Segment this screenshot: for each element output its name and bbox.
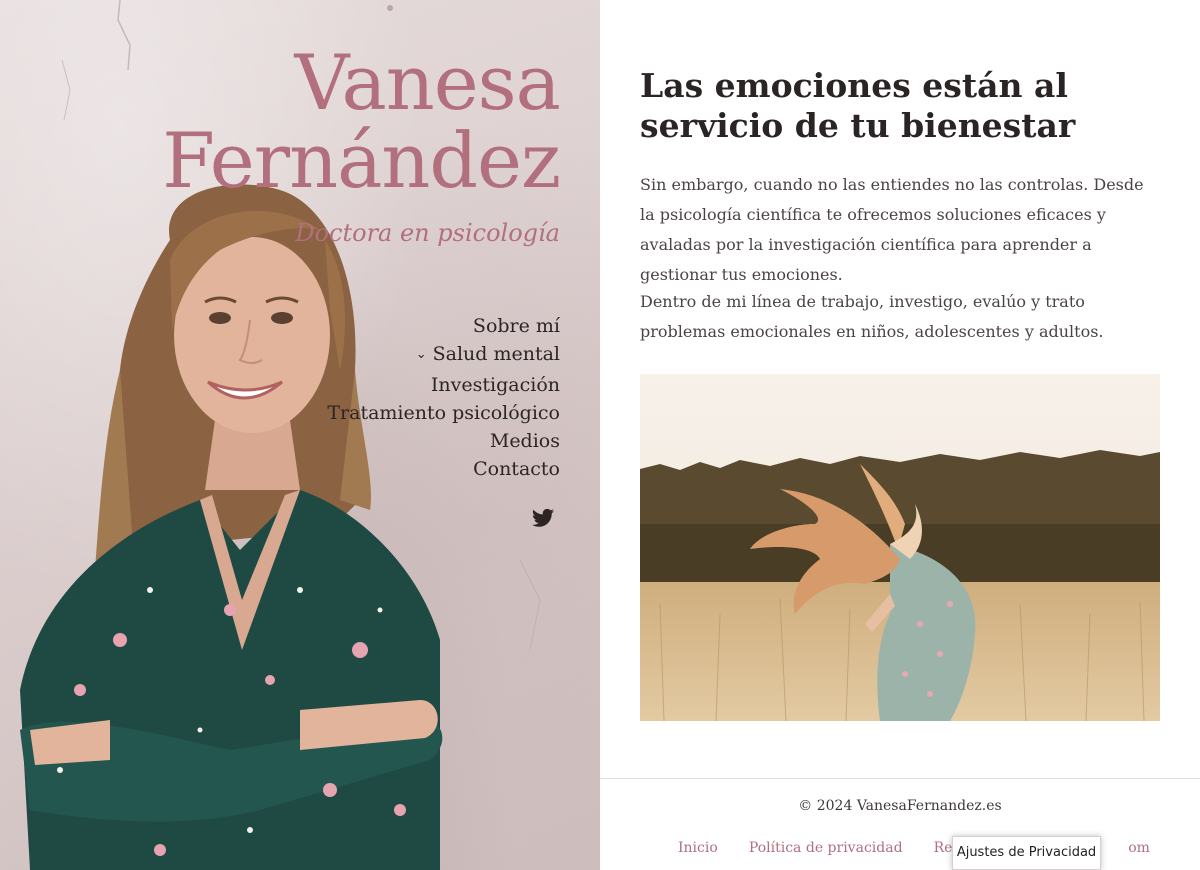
nav-item-sobre-mi[interactable]: Sobre mí [327, 312, 560, 340]
footer-links: Inicio Política de privacidad Realiz om [678, 837, 1176, 856]
field-girl-photo [640, 374, 1160, 721]
nav-item-medios[interactable]: Medios [327, 427, 560, 455]
site-title[interactable]: Vanesa Fernández [162, 38, 561, 205]
nav-item-contacto[interactable]: Contacto [327, 455, 560, 483]
site-title-first-name: Vanesa [294, 38, 561, 127]
nav-item-salud-mental-label: Salud mental [432, 343, 560, 365]
site-title-last-name: Fernández [162, 116, 561, 205]
footer-divider [600, 778, 1200, 779]
nav-item-investigacion[interactable]: Investigación [327, 371, 560, 399]
footer-link-inicio[interactable]: Inicio [678, 840, 718, 856]
intro-paragraph: Sin embargo, cuando no las entiendes no … [640, 175, 1144, 284]
work-paragraph: Dentro de mi línea de trabajo, investigo… [640, 292, 1104, 341]
site-tagline: Doctora en psicología [295, 219, 560, 247]
twitter-icon[interactable] [532, 508, 554, 528]
main-navigation: Sobre mí ⌄ Salud mental Investigación Tra… [327, 312, 560, 483]
footer-copyright: © 2024 VanesaFernandez.es [798, 798, 1002, 814]
footer-link-privacidad[interactable]: Política de privacidad [749, 840, 903, 856]
hero-panel: Vanesa Fernández Doctora en psicología S… [0, 0, 600, 870]
privacy-settings-button[interactable]: Ajustes de Privacidad [952, 836, 1101, 870]
page-headline: Las emociones están al servicio de tu bi… [640, 66, 1076, 145]
footer-link-om[interactable]: om [1128, 840, 1150, 856]
portrait-photo [20, 184, 443, 870]
content-panel: Las emociones están al servicio de tu bi… [600, 0, 1200, 870]
nav-item-salud-mental[interactable]: ⌄ Salud mental [327, 340, 560, 371]
chevron-down-icon: ⌄ [415, 347, 427, 362]
nav-item-tratamiento[interactable]: Tratamiento psicológico [327, 399, 560, 427]
